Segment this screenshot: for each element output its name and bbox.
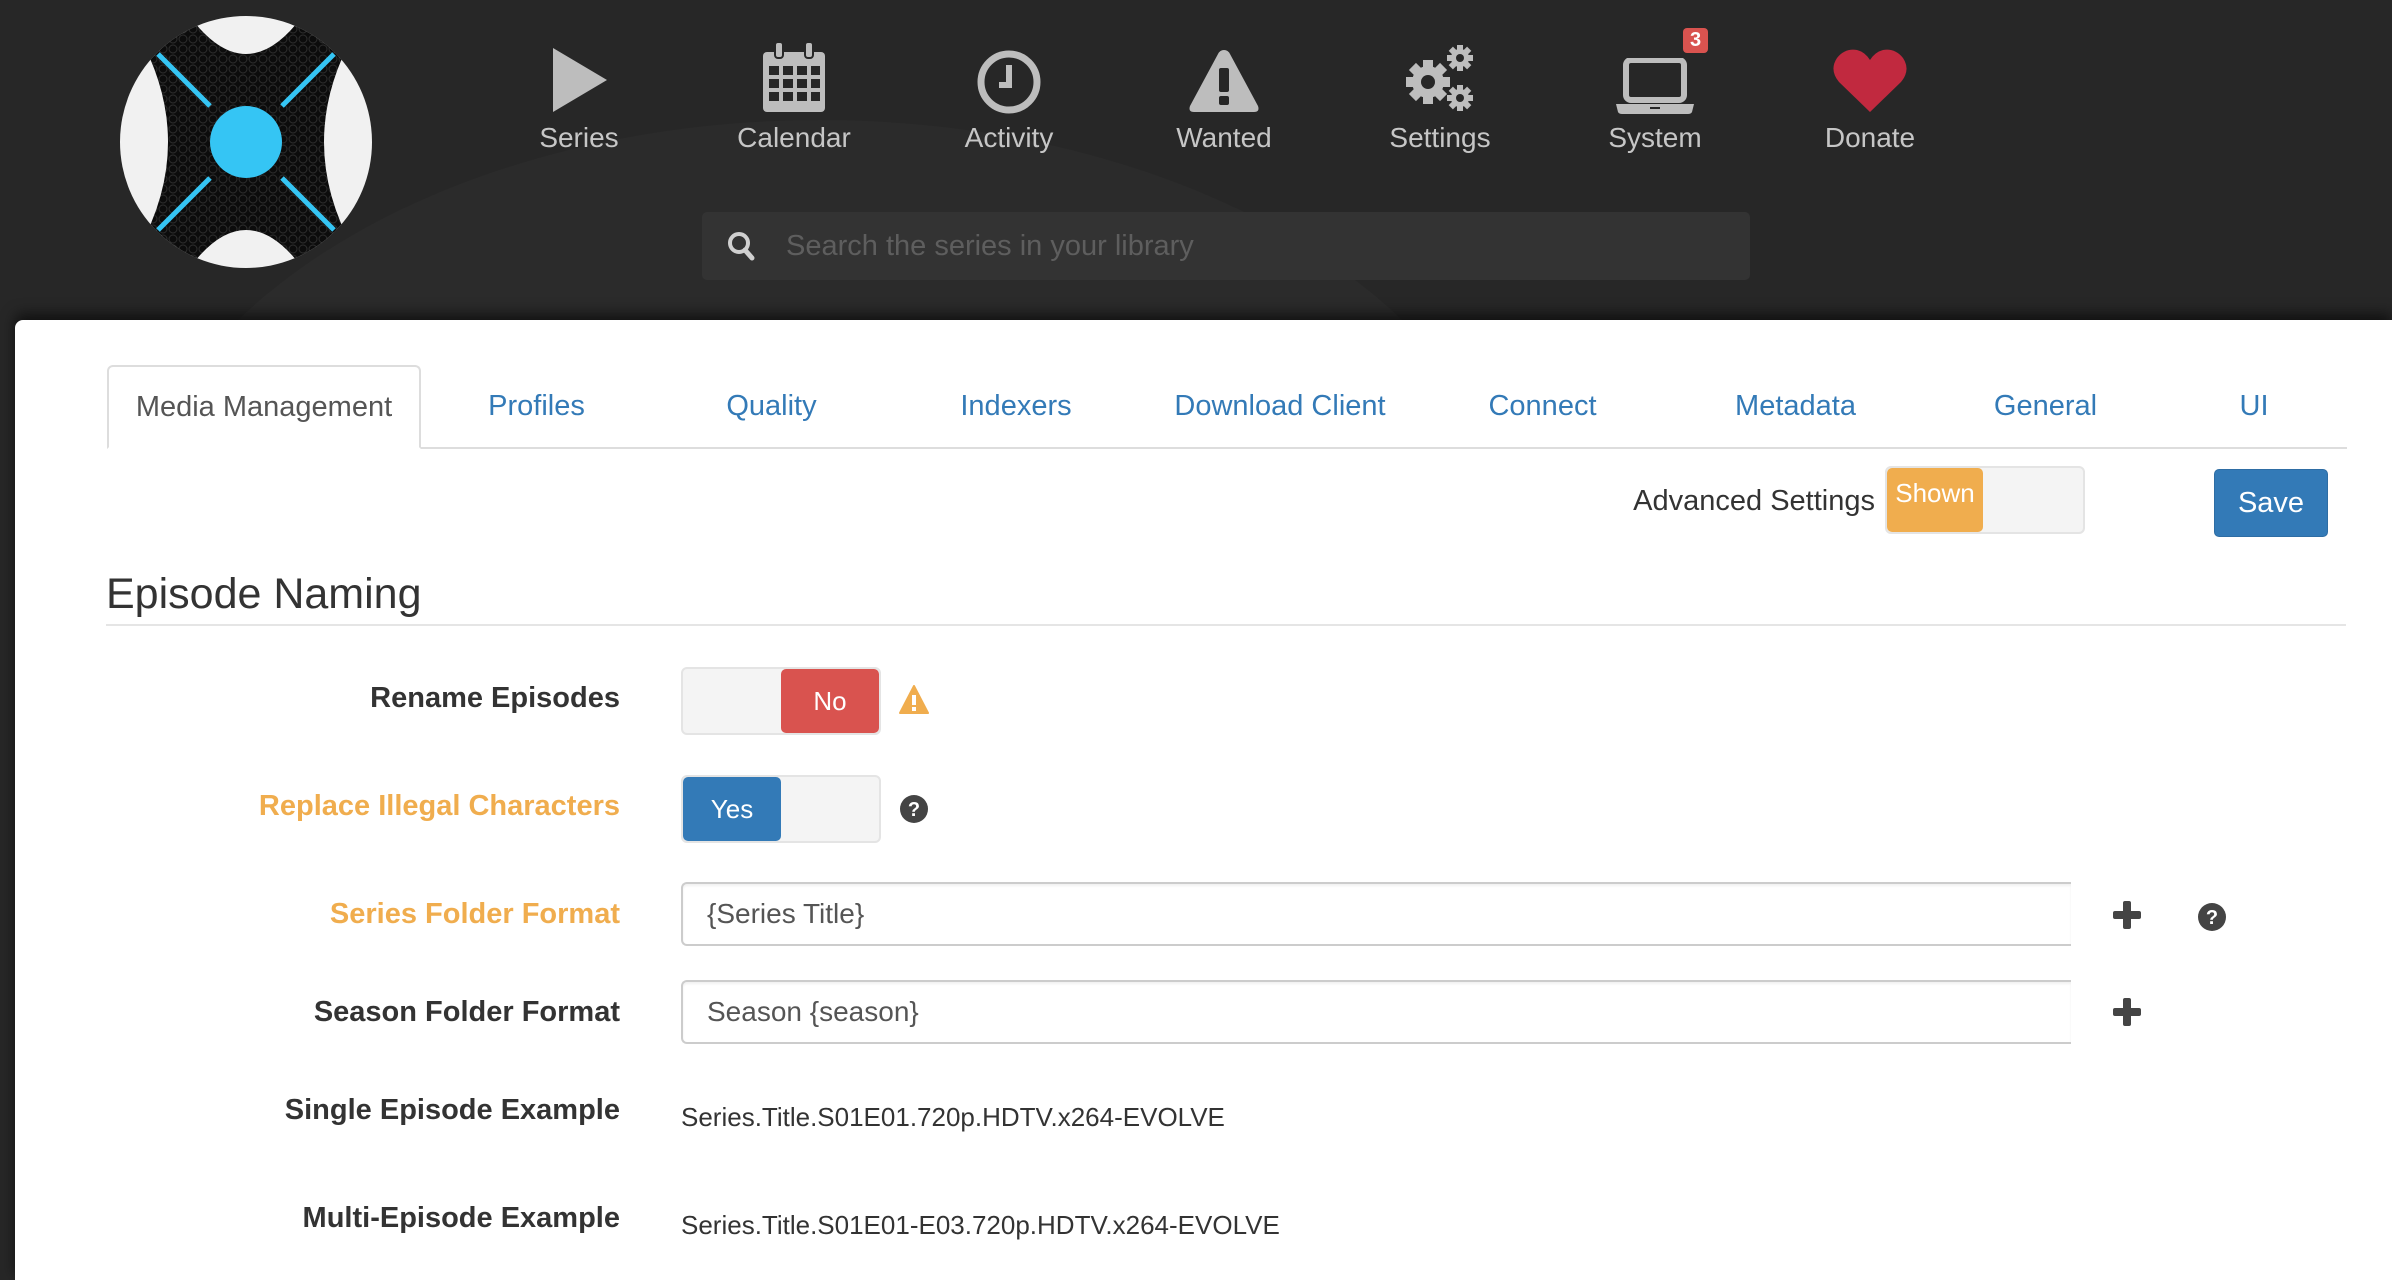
nav-label: Wanted	[1176, 122, 1272, 153]
add-token-button[interactable]	[2112, 997, 2142, 1027]
search-input[interactable]	[784, 228, 1688, 264]
multi-episode-example-label: Multi-Episode Example	[302, 1202, 620, 1234]
tab-connect[interactable]: Connect	[1418, 365, 1667, 447]
tab-general[interactable]: General	[1924, 365, 2167, 447]
section-divider	[106, 624, 2346, 626]
play-icon	[553, 48, 607, 112]
nav-label: Settings	[1389, 122, 1491, 153]
warning-icon[interactable]	[899, 685, 929, 715]
season-folder-format-label: Season Folder Format	[313, 996, 620, 1028]
nav-label: Activity	[964, 122, 1054, 153]
top-header: Series Calendar Activity Wanted Settings…	[0, 0, 2392, 330]
clock-icon	[977, 50, 1041, 114]
nav-label: System	[1608, 122, 1702, 153]
series-search-bar	[702, 212, 1750, 280]
svg-text:?: ?	[908, 799, 920, 821]
laptop-icon	[1616, 58, 1694, 114]
search-icon	[724, 229, 758, 263]
replace-illegal-characters-label: Replace Illegal Characters	[258, 790, 620, 822]
rename-episodes-toggle[interactable]: No	[681, 667, 881, 735]
help-icon[interactable]: ?	[899, 794, 929, 824]
tab-metadata[interactable]: Metadata	[1669, 365, 1922, 447]
cogs-icon	[1406, 45, 1473, 111]
series-folder-format-label: Series Folder Format	[329, 898, 620, 930]
tab-media-management[interactable]: Media Management	[107, 365, 421, 449]
tab-ui[interactable]: UI	[2169, 365, 2339, 447]
settings-tabs: Media Management Profiles Quality Indexe…	[107, 365, 2347, 449]
nav-label: Series	[539, 122, 619, 153]
sonarr-logo[interactable]	[118, 14, 374, 270]
settings-panel: Media Management Profiles Quality Indexe…	[15, 320, 2392, 1280]
advanced-toggle-knob: Shown	[1887, 468, 1983, 532]
single-episode-example-value: Series.Title.S01E01.720p.HDTV.x264-EVOLV…	[681, 1102, 1225, 1132]
series-folder-format-input[interactable]	[681, 882, 2071, 946]
rename-episodes-label: Rename Episodes	[370, 682, 620, 714]
save-button[interactable]: Save	[2214, 469, 2328, 537]
help-icon[interactable]: ?	[2197, 902, 2227, 932]
section-title: Episode Naming	[106, 570, 422, 618]
tab-indexers[interactable]: Indexers	[890, 365, 1142, 447]
tab-quality[interactable]: Quality	[655, 365, 888, 447]
advanced-settings-toggle[interactable]: Shown	[1885, 466, 2085, 534]
heart-icon	[1833, 49, 1907, 112]
calendar-icon	[763, 42, 825, 112]
nav-label: Donate	[1824, 122, 1916, 153]
season-folder-format-input[interactable]	[681, 980, 2071, 1044]
nav-calendar[interactable]: Calendar	[694, 30, 894, 154]
nav-wanted[interactable]: Wanted	[1124, 30, 1324, 154]
add-token-button[interactable]	[2112, 900, 2142, 930]
multi-episode-example-value: Series.Title.S01E01-E03.720p.HDTV.x264-E…	[681, 1210, 1280, 1240]
advanced-settings-label: Advanced Settings	[1633, 485, 1875, 517]
svg-text:?: ?	[2206, 907, 2218, 929]
nav-system[interactable]: 3 System	[1555, 28, 1755, 154]
replace-illegal-characters-toggle[interactable]: Yes	[681, 775, 881, 843]
nav-label: Calendar	[737, 122, 851, 153]
tab-profiles[interactable]: Profiles	[420, 365, 653, 447]
tab-download-client[interactable]: Download Client	[1144, 365, 1416, 447]
system-notification-badge: 3	[1683, 28, 1709, 53]
nav-activity[interactable]: Activity	[909, 30, 1109, 154]
rename-toggle-knob: No	[781, 669, 879, 733]
nav-series[interactable]: Series	[479, 30, 679, 154]
nav-donate[interactable]: Donate	[1770, 30, 1970, 154]
replace-toggle-knob: Yes	[683, 777, 781, 841]
warning-icon	[1189, 50, 1259, 112]
nav-settings[interactable]: Settings	[1340, 30, 1540, 154]
single-episode-example-label: Single Episode Example	[284, 1094, 620, 1126]
